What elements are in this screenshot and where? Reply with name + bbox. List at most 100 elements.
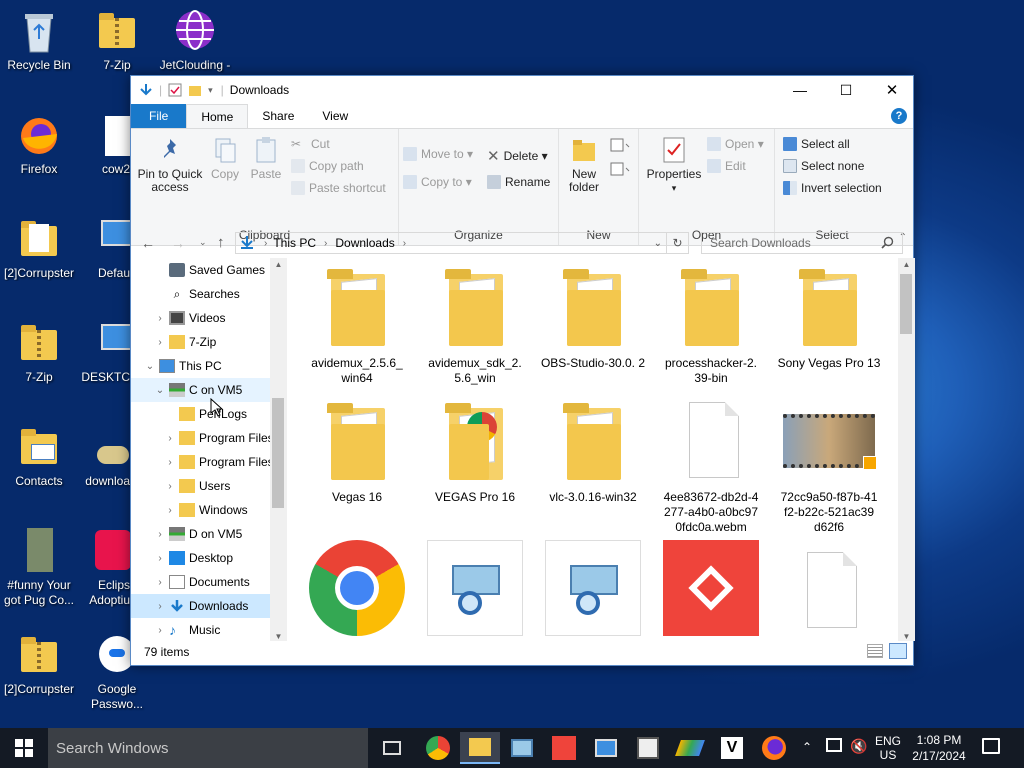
forward-button[interactable]: →: [171, 235, 185, 251]
content-scrollbar[interactable]: ▲ ▼: [898, 258, 915, 641]
title-bar[interactable]: | ▾ | Downloads — ☐ ✕: [131, 76, 913, 104]
nav-item-downloads[interactable]: › Downloads: [131, 594, 286, 618]
network-status-icon[interactable]: [826, 738, 842, 752]
paste-shortcut-button[interactable]: Paste shortcut: [291, 181, 386, 195]
start-button[interactable]: [4, 732, 44, 764]
tab-view[interactable]: View: [308, 104, 362, 128]
network-taskbar-icon[interactable]: [502, 732, 542, 764]
help-button[interactable]: ?: [885, 104, 913, 128]
anydesk-taskbar-icon[interactable]: [544, 732, 584, 764]
chrome-taskbar-icon[interactable]: [418, 732, 458, 764]
nav-item-c-drive[interactable]: ⌄ C on VM5: [131, 378, 286, 402]
notifications-icon[interactable]: [982, 738, 1000, 754]
select-none-button[interactable]: Select none: [783, 159, 864, 173]
copy-button[interactable]: Copy: [205, 135, 245, 181]
file-item[interactable]: [773, 536, 885, 634]
task-view-icon[interactable]: [372, 732, 412, 764]
large-icons-view-icon[interactable]: [889, 643, 907, 659]
minimize-button[interactable]: —: [777, 76, 823, 104]
recent-locations-button[interactable]: ⌄: [199, 237, 207, 248]
vegas-taskbar-icon[interactable]: V: [712, 732, 752, 764]
file-item[interactable]: Sony Vegas Pro 13: [773, 258, 885, 371]
open-button[interactable]: Open ▾: [707, 137, 764, 151]
volume-muted-icon[interactable]: 🔇: [850, 738, 867, 755]
nav-item-program-files-x86[interactable]: › Program Files: [131, 450, 286, 474]
tab-share[interactable]: Share: [248, 104, 308, 128]
nav-item-videos[interactable]: › Videos: [131, 306, 286, 330]
desktop-icon-7zip[interactable]: 7-Zip: [80, 8, 154, 73]
select-all-button[interactable]: Select all: [783, 137, 850, 151]
new-folder-button[interactable]: New folder: [561, 135, 607, 194]
desktop-icon-corrupster[interactable]: [2]Corrupster: [2, 216, 76, 281]
search-box[interactable]: Search Downloads: [701, 232, 903, 254]
nav-item-this-pc[interactable]: ⌄ This PC: [131, 354, 286, 378]
desktop-icon-jetclouding[interactable]: JetClouding -: [158, 8, 232, 73]
breadcrumb-chevron-icon[interactable]: ›: [403, 238, 406, 249]
remote-desktop-taskbar-icon[interactable]: [586, 732, 626, 764]
details-view-icon[interactable]: [867, 644, 883, 658]
file-item[interactable]: avidemux_sdk_2. 5.6_win: [419, 258, 531, 386]
nav-item-users[interactable]: › Users: [131, 474, 286, 498]
desktop-icon-downloads[interactable]: downloa: [80, 424, 130, 489]
desktop-icon-desktop[interactable]: DESKTC: [80, 320, 130, 385]
refresh-icon[interactable]: ↻: [666, 233, 688, 253]
nav-scrollbar-thumb[interactable]: [272, 398, 284, 508]
desktop-icon-eclipse[interactable]: Eclips Adoptiu: [80, 528, 130, 608]
file-item[interactable]: OBS-Studio-30.0. 2: [537, 258, 649, 371]
pin-quick-access-button[interactable]: Pin to Quick access: [135, 135, 205, 194]
scroll-up-arrow[interactable]: ▲: [898, 258, 915, 272]
nav-item-windows[interactable]: › Windows: [131, 498, 286, 522]
nav-item-program-files[interactable]: › Program Files: [131, 426, 286, 450]
nav-item-perflogs[interactable]: PerfLogs: [131, 402, 286, 426]
search-input[interactable]: Search Downloads: [710, 236, 811, 250]
desktop-icon-corrupster-2[interactable]: [2]Corrupster: [2, 632, 76, 697]
nav-item-desktop[interactable]: › Desktop: [131, 546, 286, 570]
file-item[interactable]: [301, 536, 413, 641]
clock[interactable]: 1:08 PM 2/17/2024: [904, 732, 974, 764]
file-item[interactable]: vlc-3.0.16-win32: [537, 392, 649, 505]
copy-path-button[interactable]: Copy path: [291, 159, 364, 173]
media-taskbar-icon[interactable]: [628, 732, 668, 764]
properties-button[interactable]: Properties ▾: [643, 135, 705, 195]
up-button[interactable]: ↑: [217, 234, 225, 251]
nav-scrollbar[interactable]: ▲ ▼: [270, 258, 287, 641]
firefox-taskbar-icon[interactable]: [754, 732, 794, 764]
paste-button[interactable]: Paste: [245, 135, 287, 181]
language-indicator[interactable]: ENG US: [870, 734, 906, 762]
breadcrumb-this-pc[interactable]: This PC: [273, 236, 316, 250]
easy-access-icon[interactable]: [609, 161, 631, 179]
cut-button[interactable]: ✂ Cut: [291, 137, 330, 151]
desktop-icon-firefox[interactable]: Firefox: [2, 112, 76, 177]
content-scrollbar-thumb[interactable]: [900, 274, 912, 334]
tab-home[interactable]: Home: [186, 104, 249, 128]
file-item[interactable]: 4ee83672-db2d-4 277-a4b0-a0bc97 0fdc0a.w…: [655, 392, 767, 535]
quick-access-dropdown-icon[interactable]: ▾: [208, 85, 213, 96]
copy-to-button[interactable]: Copy to ▾: [403, 175, 472, 189]
close-button[interactable]: ✕: [869, 76, 915, 104]
edit-button[interactable]: Edit: [707, 159, 746, 173]
file-item[interactable]: processhacker-2. 39-bin: [655, 258, 767, 386]
desktop-icon-contacts[interactable]: Contacts: [2, 424, 76, 489]
address-dropdown-icon[interactable]: ⌄: [654, 238, 662, 249]
desktop-icon-7zip-2[interactable]: 7-Zip: [2, 320, 76, 385]
invert-selection-button[interactable]: Invert selection: [783, 181, 882, 195]
move-to-button[interactable]: Move to ▾: [403, 147, 473, 161]
taskbar-search-input[interactable]: Search Windows: [56, 740, 169, 757]
desktop-icon-cow2[interactable]: cow2: [80, 112, 130, 177]
taskbar-search[interactable]: Search Windows: [48, 728, 368, 768]
file-item[interactable]: [537, 536, 649, 641]
breadcrumb-chevron-icon[interactable]: ›: [324, 238, 327, 249]
file-item[interactable]: 72cc9a50-f87b-41 f2-b22c-521ac39 d62f6: [773, 392, 885, 535]
nav-item-7zip[interactable]: › 7-Zip: [131, 330, 286, 354]
folder-icon[interactable]: [188, 83, 202, 97]
properties-icon[interactable]: [168, 83, 182, 97]
maximize-button[interactable]: ☐: [823, 76, 869, 104]
file-explorer-taskbar-icon[interactable]: [460, 732, 500, 764]
file-item[interactable]: VEGAS Pro 16: [419, 392, 531, 505]
show-hidden-icons-icon[interactable]: ⌃: [802, 740, 812, 754]
nav-item-documents[interactable]: › Documents: [131, 570, 286, 594]
file-item[interactable]: [655, 536, 767, 641]
desktop-icon-funny-pug[interactable]: #funny Your got Pug Co...: [2, 528, 76, 608]
nav-item-searches[interactable]: ⌕ Searches: [131, 282, 286, 306]
breadcrumb-downloads[interactable]: Downloads: [335, 236, 394, 250]
